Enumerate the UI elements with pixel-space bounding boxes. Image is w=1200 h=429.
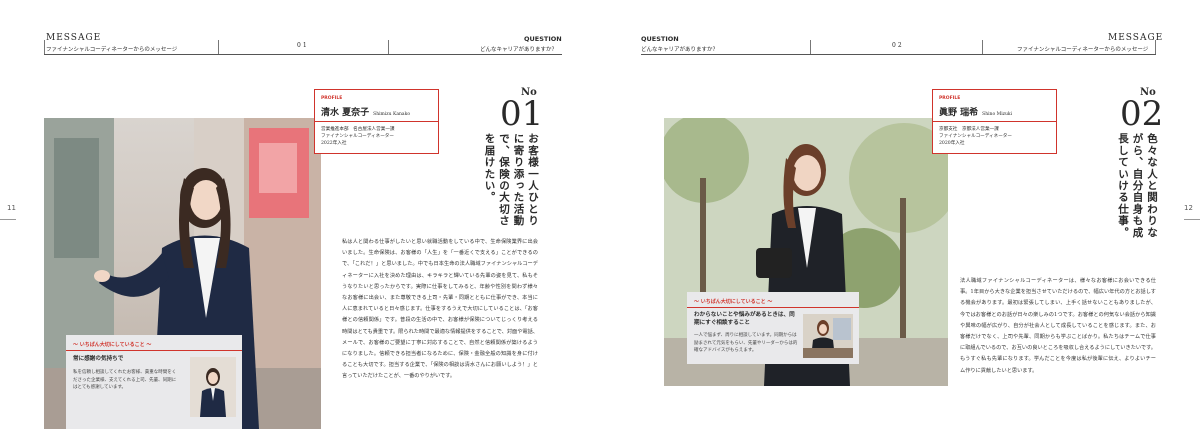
callout-title: わからないことや悩みがあるときは、同期にすぐ相談すること [694,312,795,326]
profile-name-roman: Shino Mizuki [982,112,1013,117]
headline-right: 色々な人と関わりながら、自分自身も成長していける仕事。 [1117,133,1158,239]
body-text-left: 私は人と関わる仕事がしたいと思い就職活動をしている中で、生命保険業界に出会いまし… [342,239,538,380]
header-rule-right [641,54,1156,55]
profile-name: 眞野 瑞希 Shino Mizuki [939,105,1012,118]
callout-text: 一人で悩まず、周りに相談しています。同期からは励まされて元気をもらい、先輩やリー… [694,333,798,353]
callout-divider [687,307,859,308]
question-number-left: 01 [297,42,309,49]
message-subtitle-right: ファイナンシャルコーディネーターからのメッセージ [1017,47,1149,53]
page-number-right: 12 [1184,204,1193,212]
callout-title: 常に感謝の気持ちで [73,356,124,362]
callout-card-left: 〜 いちばん大切にしていること 〜 常に感謝の気持ちで 私を信頼し相談してくれた… [66,335,242,429]
profile-divider [933,121,1056,123]
callout-tag: 〜 いちばん大切にしていること 〜 [73,342,152,348]
profile-joined: 2022年入社 [321,141,347,146]
header-divider [218,40,219,54]
profile-tag: PROFILE [321,96,343,101]
profile-divider [315,121,438,123]
profile-role: ファイナンシャルコーディネーター [939,134,1012,139]
page-tick-left [0,219,16,220]
question-number-right: 02 [892,42,904,49]
headline-left: お客様一人ひとりに寄り添った活動で、保険の大切さを届けたい。 [483,133,540,227]
profile-name-kanji: 清水 夏奈子 [321,108,370,118]
header-divider [810,40,811,54]
header-divider [982,40,983,54]
message-title-left: MESSAGE [46,33,102,43]
page-number-left: 11 [7,204,16,212]
callout-office-image [803,314,853,358]
question-title-left: QUESTION [524,35,562,43]
profile-role: ファイナンシャルコーディネーター [321,134,394,139]
callout-photo-left [190,357,236,417]
callout-photo-right [803,314,853,358]
profile-info: 営業推進本部 名古屋法人営業一課 ファイナンシャルコーディネーター 2022年入… [321,126,395,147]
body-text-right: 法人職域ファイナンシャルコーディネーターは、様々なお客様にお会いできる仕事。1年… [960,278,1156,374]
profile-box-left: PROFILE 清水 夏奈子 Shimizu Kanako 営業推進本部 名古屋法… [314,89,439,154]
callout-tag: 〜 いちばん大切にしていること 〜 [694,299,773,305]
callout-divider [66,350,242,351]
profile-dept: 営業推進本部 名古屋法人営業一課 [321,127,395,132]
page-tick-right [1184,219,1200,220]
header-divider [388,40,389,54]
message-subtitle-left: ファイナンシャルコーディネーターからのメッセージ [46,47,178,53]
callout-card-right: 〜 いちばん大切にしていること 〜 わからないことや悩みがあるときは、同期にすぐ… [687,292,859,364]
header-rule-left [44,54,562,55]
header-divider [1155,40,1156,54]
article-number-right: 02 [1120,94,1164,134]
profile-name-kanji: 眞野 瑞希 [939,108,979,118]
header-divider [44,40,45,54]
profile-name: 清水 夏奈子 Shimizu Kanako [321,105,410,118]
profile-name-roman: Shimizu Kanako [373,112,411,117]
callout-portrait-image [190,357,236,417]
profile-info: 京都支社 京都法人営業一課 ファイナンシャルコーディネーター 2020年入社 [939,126,1012,147]
article-number-left: 01 [500,94,544,134]
profile-box-right: PROFILE 眞野 瑞希 Shino Mizuki 京都支社 京都法人営業一課 … [932,89,1057,154]
question-subtitle-left: どんなキャリアがありますか？ [480,47,558,53]
profile-dept: 京都支社 京都法人営業一課 [939,127,999,132]
profile-tag: PROFILE [939,96,961,101]
question-subtitle-right: どんなキャリアがありますか？ [641,47,719,53]
question-title-right: QUESTION [641,35,679,43]
profile-joined: 2020年入社 [939,141,965,146]
callout-text: 私を信頼し相談してくれたお客様、貴重な時間をくださった企業様、支えてくれる上司、… [73,370,177,390]
